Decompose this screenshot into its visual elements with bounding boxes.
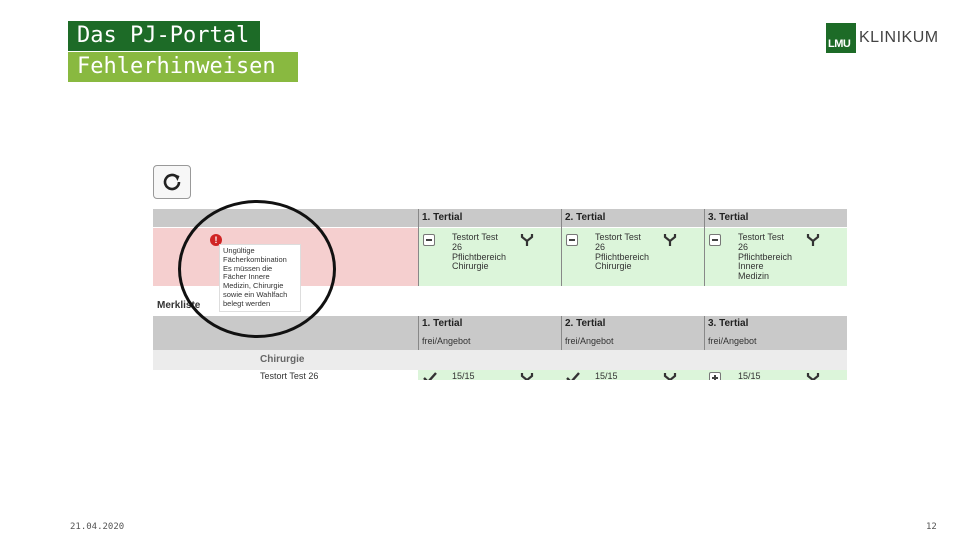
remove-slot-2-button[interactable]	[566, 234, 578, 246]
logo-mark: LMU	[826, 23, 856, 53]
logo-text: KLINIKUM	[859, 29, 939, 46]
slot-count: 15/15	[738, 371, 761, 380]
slot-1: Testort Test 26 Pflichtbereich Chirurgie	[452, 232, 506, 272]
fork-icon[interactable]	[663, 233, 677, 247]
tertial-3-header: 3. Tertial	[708, 212, 749, 223]
slot-3-line: Medizin	[738, 271, 770, 282]
fork-icon[interactable]	[520, 372, 534, 380]
add-slot-button[interactable]	[709, 372, 721, 380]
fork-icon[interactable]	[806, 372, 820, 380]
column-divider	[418, 316, 419, 350]
fork-icon[interactable]	[520, 233, 534, 247]
tertial-2-header: 2. Tertial	[565, 212, 606, 223]
slot-1-line: Chirurgie	[452, 261, 489, 272]
slot-2-line: Chirurgie	[595, 261, 632, 272]
remove-slot-1-button[interactable]	[423, 234, 435, 246]
offer-label: frei/Angebot	[565, 336, 614, 346]
category-row: Chirurgie	[153, 350, 847, 370]
bottom-row-bg	[418, 370, 847, 380]
column-divider	[704, 316, 705, 350]
fork-icon[interactable]	[663, 372, 677, 380]
bottom-row-name: Testort Test 26	[260, 371, 319, 380]
slide-date: 21.04.2020	[70, 522, 125, 532]
slot-count: 15/15	[595, 371, 618, 380]
page-number: 12	[926, 522, 937, 532]
column-divider	[561, 316, 562, 350]
slot-3: Testort Test 26 Pflichtbereich Innere Me…	[738, 232, 792, 282]
fork-icon[interactable]	[806, 233, 820, 247]
merkliste-tertial-2: 2. Tertial	[565, 318, 606, 329]
slide-subtitle: Fehlerhinweisen	[68, 52, 298, 82]
tertial-1-header: 1. Tertial	[422, 212, 463, 223]
lmu-klinikum-logo: LMU KLINIKUM	[826, 22, 939, 54]
refresh-button[interactable]	[153, 165, 191, 199]
column-divider	[704, 209, 705, 286]
slot-count: 15/15	[452, 371, 475, 380]
category-label: Chirurgie	[260, 354, 305, 365]
offer-label: frei/Angebot	[422, 336, 471, 346]
merkliste-tertial-3: 3. Tertial	[708, 318, 749, 329]
offer-label: frei/Angebot	[708, 336, 757, 346]
check-icon[interactable]	[423, 372, 437, 380]
check-icon[interactable]	[566, 372, 580, 380]
logo-mark-text: LMU	[828, 38, 851, 50]
refresh-icon	[163, 173, 181, 191]
highlight-circle	[178, 200, 336, 338]
column-divider	[418, 209, 419, 286]
column-divider	[561, 209, 562, 286]
remove-slot-3-button[interactable]	[709, 234, 721, 246]
slide-title: Das PJ-Portal	[68, 21, 260, 51]
slot-2: Testort Test 26 Pflichtbereich Chirurgie	[595, 232, 649, 272]
merkliste-tertial-1: 1. Tertial	[422, 318, 463, 329]
